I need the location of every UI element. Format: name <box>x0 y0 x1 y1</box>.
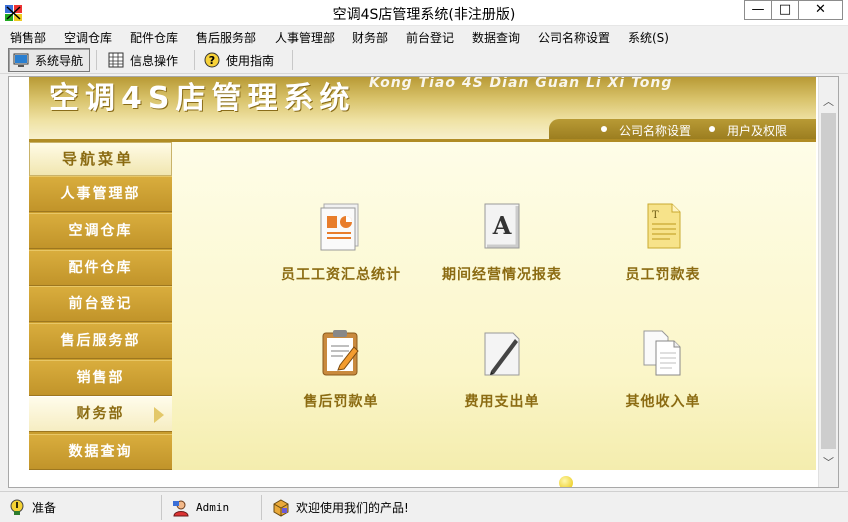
menu-data-query[interactable]: 数据查询 <box>472 29 520 46</box>
svg-text:A: A <box>492 211 512 240</box>
menu-system[interactable]: 系统(S) <box>628 29 669 46</box>
menu-sales[interactable]: 销售部 <box>10 29 46 46</box>
company-name-link[interactable]: 公司名称设置 <box>619 122 691 139</box>
product-box-icon <box>273 498 289 517</box>
sidebar-item-front-desk[interactable]: 前台登记 <box>29 286 172 322</box>
window-title: 空调4S店管理系统(非注册版) <box>332 7 516 23</box>
toolbar-divider <box>96 50 97 70</box>
nav-sidebar: 导航菜单 人事管理部 空调仓库 配件仓库 前台登记 售后服务部 销售部 财务部 … <box>29 142 172 470</box>
arrow-right-icon <box>154 407 164 423</box>
grid-table-icon <box>108 52 124 68</box>
vertical-scrollbar[interactable]: ︿ ﹀ <box>818 77 838 487</box>
scroll-thumb[interactable] <box>821 113 836 449</box>
status-user: Admin <box>166 495 262 520</box>
scroll-down-icon[interactable]: ﹀ <box>819 454 838 472</box>
scroll-up-icon[interactable]: ︿ <box>819 93 838 111</box>
feature-label: 其他收入单 <box>625 394 701 410</box>
user-permission-link[interactable]: 用户及权限 <box>727 122 787 139</box>
presentation-chart-icon <box>320 203 359 251</box>
toolbar-divider <box>292 50 293 70</box>
info-operation-button[interactable]: 信息操作 <box>104 48 188 72</box>
panel-footer <box>29 470 816 487</box>
content-frame: 空调4S店管理系统 Kong Tiao 4S Dian Guan Li Xi T… <box>8 76 839 488</box>
clipboard-edit-icon <box>322 330 359 376</box>
feature-staff-fines[interactable]: T 员工罚款表 <box>578 200 748 283</box>
toolbar: 系统导航 信息操作 ? 使用指南 <box>0 46 848 74</box>
menu-ac-warehouse[interactable]: 空调仓库 <box>64 29 112 46</box>
close-button[interactable]: ✕ <box>798 0 843 20</box>
feature-label: 员工工资汇总统计 <box>281 267 401 283</box>
light-bulb-icon <box>10 499 24 515</box>
sidebar-item-hr[interactable]: 人事管理部 <box>29 176 172 212</box>
yellow-orb-icon <box>559 476 573 487</box>
feature-period-report[interactable]: A 期间经营情况报表 <box>417 200 587 283</box>
info-operation-label: 信息操作 <box>130 53 179 68</box>
feature-salary-summary[interactable]: 员工工资汇总统计 <box>256 200 426 283</box>
header-link-bar: 公司名称设置 用户及权限 <box>29 119 816 139</box>
feature-expense-voucher[interactable]: 费用支出单 <box>417 327 587 410</box>
banner-title: 空调4S店管理系统 <box>49 81 356 116</box>
user-guide-button[interactable]: ? 使用指南 <box>200 48 290 72</box>
svg-text:T: T <box>652 210 659 221</box>
menu-after-sales[interactable]: 售后服务部 <box>196 29 256 46</box>
sidebar-item-finance[interactable]: 财务部 <box>29 396 172 432</box>
feature-label: 员工罚款表 <box>625 267 701 283</box>
status-user-text: Admin <box>196 501 230 514</box>
banner-subtitle: Kong Tiao 4S Dian Guan Li Xi Tong <box>369 77 673 91</box>
monitor-icon <box>13 53 29 67</box>
sidebar-item-data-query[interactable]: 数据查询 <box>29 434 172 470</box>
feature-label: 期间经营情况报表 <box>442 267 562 283</box>
menu-bar: 销售部 空调仓库 配件仓库 售后服务部 人事管理部 财务部 前台登记 数据查询 … <box>0 27 848 46</box>
menu-parts-warehouse[interactable]: 配件仓库 <box>130 29 178 46</box>
text-document-icon: T <box>647 203 681 249</box>
status-ready: 准备 <box>2 495 162 520</box>
status-welcome-text: 欢迎使用我们的产品! <box>296 501 409 515</box>
title-bar: 空调4S店管理系统(非注册版) — □ ✕ <box>0 0 848 26</box>
menu-finance[interactable]: 财务部 <box>352 29 388 46</box>
feature-label: 售后罚款单 <box>303 394 379 410</box>
sidebar-item-after-sales[interactable]: 售后服务部 <box>29 323 172 359</box>
feature-panel: 员工工资汇总统计 A 期间经营情况报表 T 员工罚款表 售后罚款单 费用支出单 … <box>172 142 816 470</box>
sidebar-item-parts-warehouse[interactable]: 配件仓库 <box>29 250 172 286</box>
bullet-icon <box>709 126 715 132</box>
status-ready-text: 准备 <box>32 501 57 515</box>
sidebar-item-sales[interactable]: 销售部 <box>29 360 172 396</box>
font-letter-a-icon: A <box>484 203 520 249</box>
status-bar: 准备 Admin 欢迎使用我们的产品! <box>0 491 848 522</box>
feature-label: 费用支出单 <box>464 394 540 410</box>
pen-paper-icon <box>484 332 520 376</box>
sidebar-item-ac-warehouse[interactable]: 空调仓库 <box>29 213 172 249</box>
minimize-button[interactable]: — <box>744 0 772 20</box>
maximize-button[interactable]: □ <box>771 0 799 20</box>
system-nav-label: 系统导航 <box>35 53 84 68</box>
bullet-icon <box>601 126 607 132</box>
toolbar-divider <box>194 50 195 70</box>
system-nav-button[interactable]: 系统导航 <box>8 48 90 72</box>
user-guide-label: 使用指南 <box>226 53 275 68</box>
feature-other-income[interactable]: 其他收入单 <box>578 327 748 410</box>
status-message: 欢迎使用我们的产品! <box>266 495 848 520</box>
svg-text:?: ? <box>209 54 215 67</box>
copy-documents-icon <box>643 330 681 376</box>
menu-hr[interactable]: 人事管理部 <box>275 29 335 46</box>
help-question-icon: ? <box>204 52 220 68</box>
sidebar-item-label: 财务部 <box>76 406 125 422</box>
user-avatar-icon <box>173 500 189 516</box>
menu-company-name[interactable]: 公司名称设置 <box>538 29 610 46</box>
menu-front-desk[interactable]: 前台登记 <box>406 29 454 46</box>
feature-after-sales-fines[interactable]: 售后罚款单 <box>256 327 426 410</box>
nav-menu-heading: 导航菜单 <box>29 142 172 176</box>
